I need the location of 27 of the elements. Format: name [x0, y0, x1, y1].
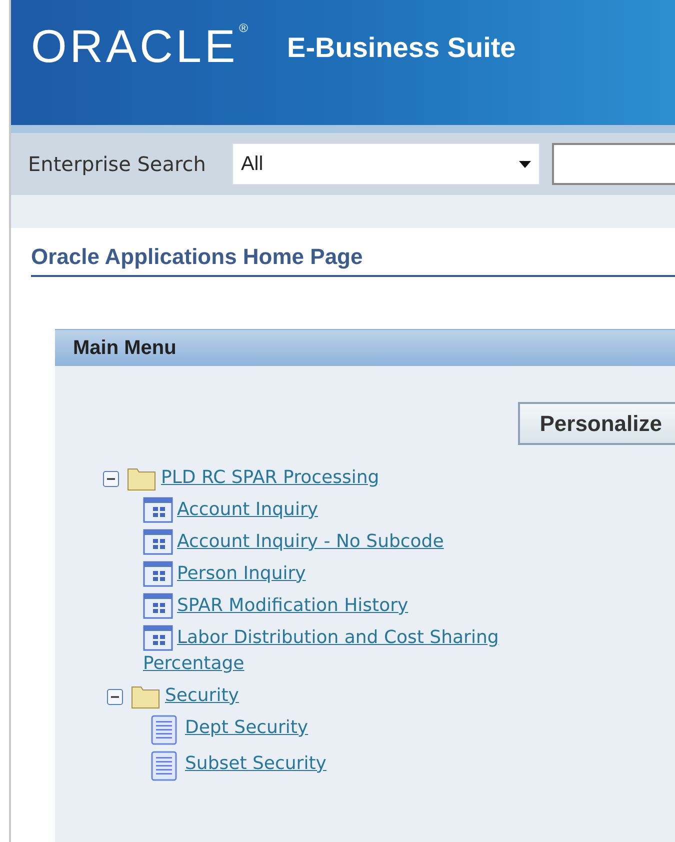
window-icon	[143, 625, 173, 651]
menu-link[interactable]: Labor Distribution and Cost Sharing Percentage	[143, 625, 563, 677]
window-icon	[143, 497, 173, 523]
page-title: Oracle Applications Home Page	[31, 240, 675, 277]
dropdown-arrow-icon	[518, 160, 531, 168]
search-label: Enterprise Search	[28, 151, 206, 178]
window-icon	[143, 529, 173, 555]
menu-link[interactable]: PLD RC SPAR Processing	[161, 465, 380, 491]
menu-link[interactable]: Security	[165, 683, 239, 709]
window-icon	[143, 593, 173, 619]
menu-link[interactable]: Dept Security	[151, 715, 571, 745]
collapse-icon[interactable]	[103, 471, 119, 487]
menu-link[interactable]: Subset Security	[151, 751, 571, 781]
panel-title: Main Menu	[73, 336, 176, 361]
product-name: E-Business Suite	[287, 31, 516, 65]
personalize-button[interactable]: Personalize	[518, 402, 675, 445]
search-scope-dropdown[interactable]: All	[232, 143, 540, 185]
menu-link[interactable]: Account Inquiry - No Subcode	[143, 529, 563, 555]
menu-link[interactable]: SPAR Modification History	[143, 593, 563, 619]
document-icon	[151, 751, 177, 781]
collapse-icon[interactable]	[107, 689, 123, 705]
menu-link[interactable]: Account Inquiry	[143, 497, 563, 523]
window-icon	[143, 561, 173, 587]
oracle-logo: ORACLE®	[31, 22, 252, 70]
menu-link[interactable]: Person Inquiry	[143, 561, 563, 587]
document-icon	[151, 715, 177, 745]
search-field[interactable]	[552, 143, 675, 185]
